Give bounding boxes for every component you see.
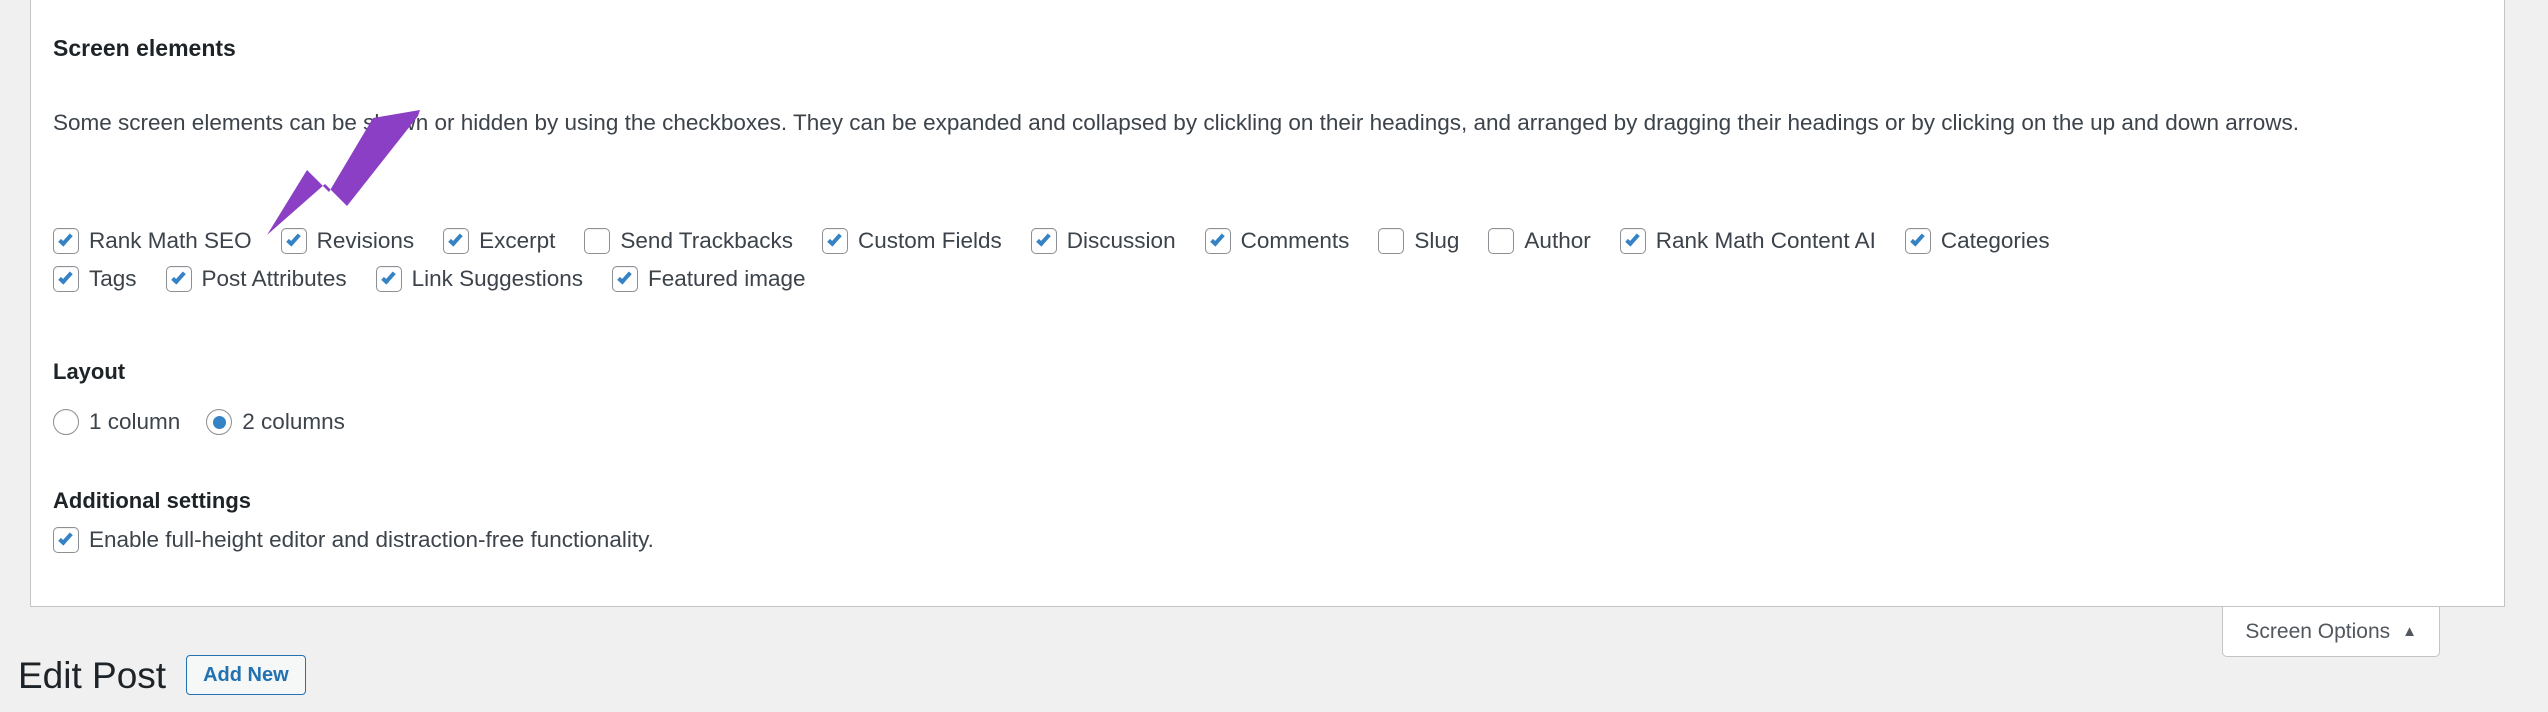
checkbox-label: Rank Math SEO [89,228,252,253]
radio-selected-icon[interactable] [206,409,233,435]
checkbox-checked-icon[interactable] [165,266,192,292]
radio-label: 2 columns [242,409,345,434]
checkbox-label: Rank Math Content AI [1655,228,1876,253]
checkbox-label: Custom Fields [858,228,1002,253]
checkbox-label: Post Attributes [201,266,347,291]
checkbox-label: Send Trackbacks [620,228,793,253]
add-new-button[interactable]: Add New [186,655,306,695]
checkbox-item-categories[interactable]: Categories [1904,228,2050,254]
checkbox-label: Enable full-height editor and distractio… [89,527,654,552]
checkbox-label: Discussion [1066,228,1176,253]
checkbox-checked-icon[interactable] [822,228,848,254]
checkbox-label: Comments [1240,228,1350,253]
chevron-up-icon: ▲ [2402,623,2417,640]
screen-options-panel: Screen elements Some screen elements can… [30,0,2505,607]
checkbox-unchecked-icon[interactable] [584,228,611,254]
additional-settings-heading: Additional settings [53,488,251,513]
screen-elements-heading: Screen elements [53,35,236,61]
checkbox-item-revisions[interactable]: Revisions [280,228,415,254]
screen-elements-checkbox-row-2: Tags Post Attributes Link Suggestions Featu… [53,266,806,292]
radio-item-2-columns[interactable]: 2 columns [206,409,345,435]
screen-elements-description: Some screen elements can be shown or hid… [53,110,2300,135]
checkbox-label: Tags [89,266,137,291]
checkbox-checked-icon[interactable] [280,228,307,254]
checkbox-label: Author [1524,228,1591,253]
checkbox-checked-icon[interactable] [611,266,638,292]
radio-item-1-column[interactable]: 1 column [53,409,180,435]
checkbox-label: Link Suggestions [411,266,583,291]
checkbox-unchecked-icon[interactable] [1488,228,1515,254]
checkbox-checked-icon[interactable] [53,527,79,553]
checkbox-unchecked-icon[interactable] [1378,228,1405,254]
checkbox-item-discussion[interactable]: Discussion [1030,228,1176,254]
page-title: Edit Post [18,654,167,696]
layout-heading: Layout [53,359,126,384]
checkbox-item-slug[interactable]: Slug [1378,228,1459,254]
checkbox-item-tags[interactable]: Tags [53,266,137,292]
page-header: Edit Post Add New [18,655,306,695]
screen-options-label: Screen Options [2245,620,2391,643]
checkbox-label: Featured image [647,266,806,291]
checkbox-label: Slug [1414,228,1460,253]
checkbox-checked-icon[interactable] [443,228,470,254]
checkbox-item-enable-full-height-editor[interactable]: Enable full-height editor and distractio… [53,527,654,553]
checkbox-item-excerpt[interactable]: Excerpt [443,228,555,254]
checkbox-checked-icon[interactable] [1204,228,1231,254]
checkbox-label: Categories [1940,228,2050,253]
layout-radio-group: 1 column 2 columns [53,409,371,435]
radio-label: 1 column [89,409,181,434]
radio-unselected-icon[interactable] [53,409,79,435]
checkbox-checked-icon[interactable] [1619,228,1646,254]
additional-settings-checkbox-group: Enable full-height editor and distractio… [53,527,654,553]
screen-elements-checkbox-row-1: Rank Math SEO Revisions Excerpt Send Trackb… [53,228,2050,254]
checkbox-checked-icon[interactable] [1904,228,1931,254]
checkbox-item-rank-math-content-ai[interactable]: Rank Math Content AI [1619,228,1876,254]
checkbox-checked-icon[interactable] [53,266,79,292]
checkbox-item-link-suggestions[interactable]: Link Suggestions [375,266,583,292]
checkbox-checked-icon[interactable] [53,228,79,254]
checkbox-item-author[interactable]: Author [1488,228,1591,254]
checkbox-item-rank-math-seo[interactable]: Rank Math SEO [53,228,252,254]
checkbox-item-featured-image[interactable]: Featured image [611,266,806,292]
checkbox-checked-icon[interactable] [1030,228,1057,254]
checkbox-item-custom-fields[interactable]: Custom Fields [822,228,1002,254]
checkbox-item-send-trackbacks[interactable]: Send Trackbacks [584,228,793,254]
checkbox-label: Revisions [316,228,415,253]
checkbox-item-post-attributes[interactable]: Post Attributes [165,266,347,292]
checkbox-label: Excerpt [479,228,556,253]
screen-options-toggle-button[interactable]: Screen Options ▲ [2222,607,2440,657]
checkbox-item-comments[interactable]: Comments [1204,228,1350,254]
checkbox-checked-icon[interactable] [375,266,402,292]
